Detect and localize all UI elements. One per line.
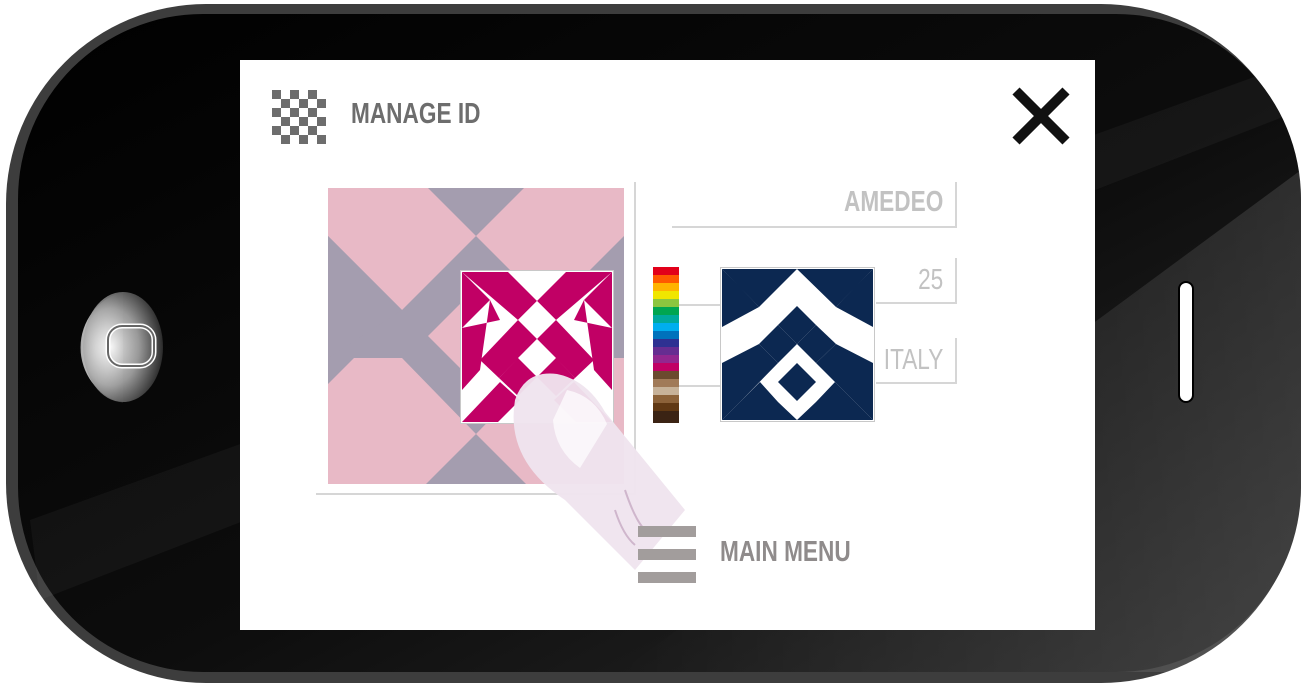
name-value: AMEDEO <box>843 186 943 218</box>
home-button-icon <box>80 292 163 403</box>
age-value: 25 <box>917 264 943 296</box>
hamburger-menu-icon <box>638 526 696 583</box>
connector-line <box>679 304 721 306</box>
age-field[interactable]: 25 <box>876 258 957 304</box>
home-button[interactable] <box>68 290 178 405</box>
close-icon <box>1012 87 1070 145</box>
color-palette-strip[interactable] <box>653 267 679 423</box>
side-button[interactable] <box>1178 281 1198 403</box>
main-menu-label: MAIN MENU <box>720 536 851 568</box>
page-title: MANAGE ID <box>351 98 481 130</box>
country-value: ITALY <box>883 344 943 376</box>
close-button[interactable] <box>1010 85 1072 147</box>
checkerboard-icon <box>272 90 326 144</box>
pattern-preview-tile <box>720 267 875 422</box>
app-screen: MANAGE ID AMEDEO 25 ITALY MAIN MENU <box>240 60 1095 630</box>
country-field[interactable]: ITALY <box>876 338 957 384</box>
connector-line <box>679 385 721 387</box>
name-field[interactable]: AMEDEO <box>672 182 957 228</box>
